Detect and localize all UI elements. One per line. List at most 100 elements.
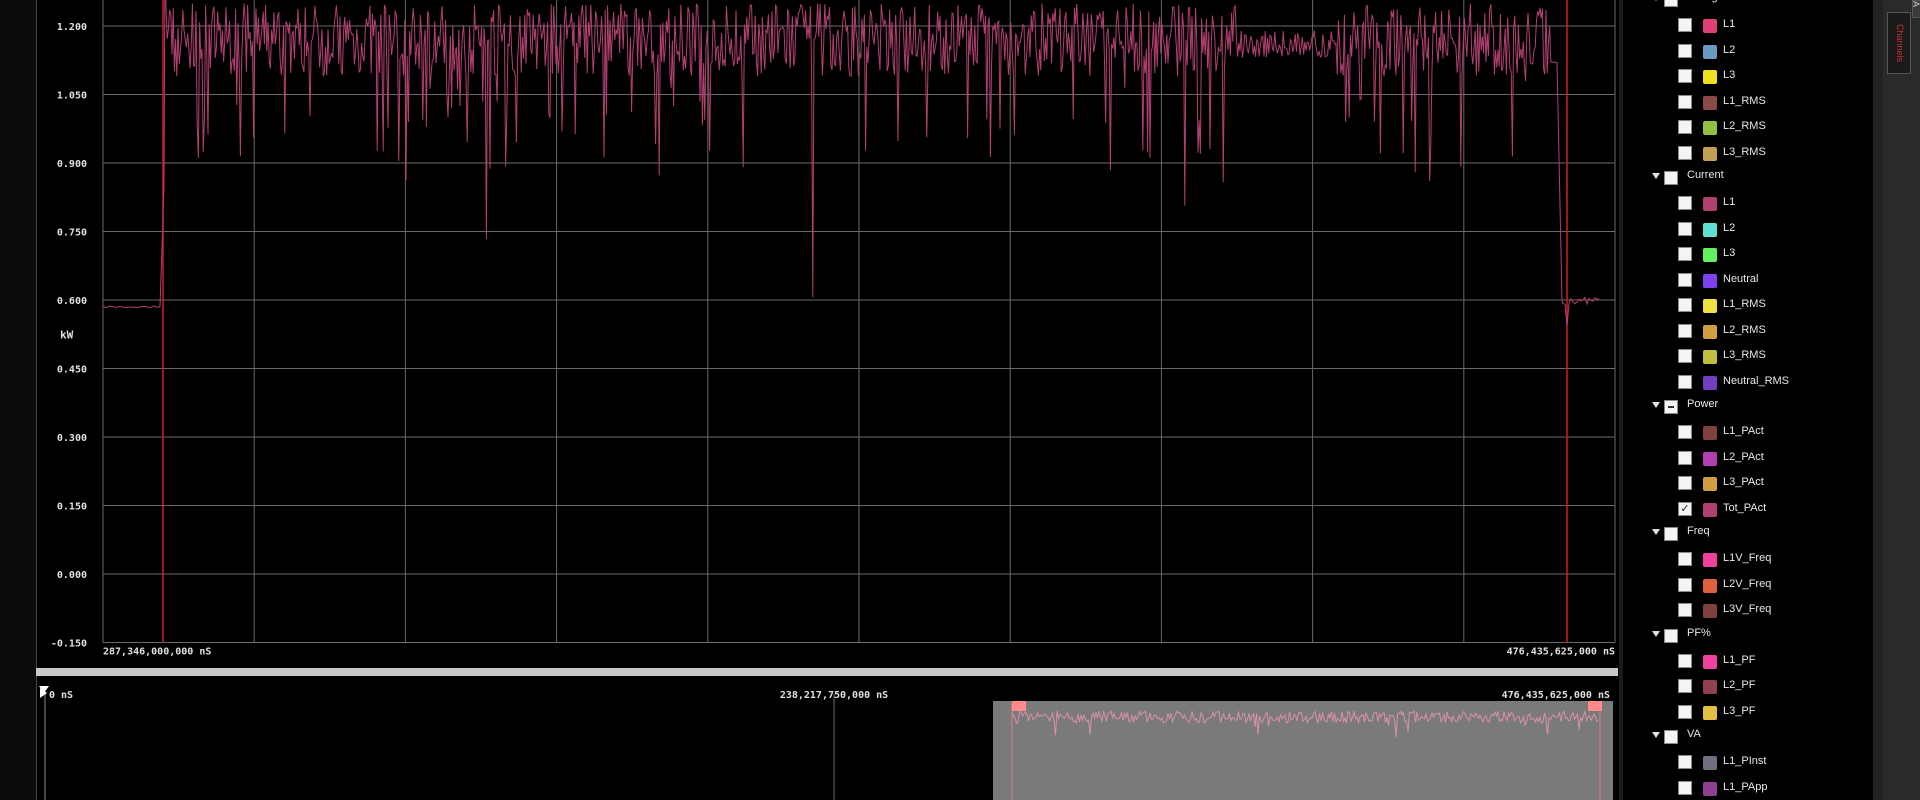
- channel-item[interactable]: L1: [1623, 191, 1873, 217]
- channel-item[interactable]: L1V_Freq: [1623, 547, 1873, 573]
- channel-color-swatch: [1703, 553, 1717, 567]
- tab-other[interactable]: A: [1911, 0, 1920, 18]
- channel-group-4[interactable]: PF%: [1623, 624, 1873, 649]
- channel-checkbox[interactable]: [1678, 298, 1692, 312]
- channel-item[interactable]: L2_RMS: [1623, 319, 1873, 345]
- expand-arrow-icon[interactable]: [1652, 0, 1660, 1]
- channel-label: L1: [1723, 196, 1736, 208]
- channel-checkbox[interactable]: [1678, 450, 1692, 465]
- channel-color-swatch: [1703, 95, 1717, 110]
- channel-color-swatch: [1703, 502, 1717, 517]
- channel-checkbox[interactable]: [1678, 18, 1692, 32]
- channel-checkbox[interactable]: [1678, 43, 1692, 58]
- channel-label: L1_PApp: [1723, 780, 1768, 793]
- channel-color-swatch: [1703, 477, 1717, 491]
- channel-group-5[interactable]: VA: [1623, 725, 1873, 750]
- channel-item[interactable]: L3_RMS: [1623, 141, 1873, 167]
- y-tick-label: 0.900: [57, 159, 87, 170]
- channel-group-3[interactable]: Freq: [1623, 522, 1873, 547]
- tab-channels[interactable]: Channels: [1887, 12, 1911, 74]
- channel-checkbox[interactable]: [1678, 272, 1692, 287]
- channel-checkbox[interactable]: [1678, 704, 1692, 719]
- side-tab-strip: Channels A: [1883, 0, 1920, 800]
- channel-checkbox[interactable]: [1678, 349, 1692, 363]
- channel-checkbox[interactable]: [1678, 323, 1692, 338]
- group-checkbox[interactable]: [1664, 171, 1678, 185]
- channel-item[interactable]: L1_PInst: [1623, 750, 1873, 776]
- overview-svg[interactable]: 0 nS 238,217,750,000 nS 476,435,625,000 nS: [37, 676, 1619, 800]
- expand-arrow-icon[interactable]: [1652, 529, 1660, 535]
- channel-item[interactable]: L1_PAct: [1623, 420, 1873, 446]
- expand-arrow-icon[interactable]: [1652, 732, 1660, 738]
- overview-start-label: 0 nS: [49, 690, 73, 701]
- channel-checkbox[interactable]: [1678, 653, 1692, 668]
- channel-checkbox[interactable]: [1678, 196, 1692, 210]
- channel-item[interactable]: L2: [1623, 39, 1873, 65]
- channel-color-swatch: [1703, 350, 1717, 364]
- channel-item[interactable]: Neutral: [1623, 268, 1873, 294]
- channel-item[interactable]: L1_PApp: [1623, 776, 1873, 800]
- channel-color-swatch: [1703, 604, 1717, 618]
- main-plot-area[interactable]: 1.200 1.050 0.900 0.750 0.600 0.450 0.300 0.150…: [36, 0, 1620, 668]
- channel-item[interactable]: L1_RMS: [1623, 293, 1873, 319]
- channel-checkbox[interactable]: [1678, 476, 1692, 490]
- group-checkbox[interactable]: [1664, 0, 1678, 7]
- overview-mid-label: 238,217,750,000 nS: [780, 690, 888, 701]
- channel-checkbox[interactable]: [1678, 577, 1692, 592]
- expand-arrow-icon[interactable]: [1652, 402, 1660, 408]
- channel-item[interactable]: L1_RMS: [1623, 90, 1873, 116]
- channel-item[interactable]: L1_PF: [1623, 649, 1873, 675]
- channel-label: L2V_Freq: [1723, 577, 1772, 590]
- channel-checkbox[interactable]: [1678, 247, 1692, 261]
- channel-label: L3: [1723, 69, 1736, 81]
- overview-flag-end-icon[interactable]: [1588, 701, 1602, 711]
- group-checkbox[interactable]: [1664, 628, 1678, 643]
- channel-checkbox[interactable]: ✓: [1678, 501, 1692, 516]
- channel-label: L1_PF: [1723, 653, 1756, 666]
- overview-selection-window[interactable]: [993, 701, 1613, 800]
- channel-checkbox[interactable]: [1678, 69, 1692, 83]
- channel-checkbox[interactable]: [1678, 755, 1692, 769]
- channel-label: L1_RMS: [1723, 298, 1766, 310]
- channel-checkbox[interactable]: [1678, 374, 1692, 389]
- channel-checkbox[interactable]: [1678, 552, 1692, 566]
- group-checkbox[interactable]: [1664, 400, 1678, 414]
- channel-item[interactable]: L2_PAct: [1623, 446, 1873, 472]
- channel-color-swatch: [1703, 222, 1717, 237]
- channel-item[interactable]: L3: [1623, 64, 1873, 90]
- group-checkbox[interactable]: [1664, 730, 1678, 744]
- channel-item[interactable]: ✓ Tot_PAct: [1623, 497, 1873, 523]
- channel-item[interactable]: L3: [1623, 242, 1873, 268]
- channel-item[interactable]: L2_RMS: [1623, 115, 1873, 141]
- channel-checkbox[interactable]: [1678, 780, 1692, 795]
- channel-item[interactable]: L2V_Freq: [1623, 573, 1873, 599]
- channel-item[interactable]: L2: [1623, 217, 1873, 243]
- channel-checkbox[interactable]: [1678, 425, 1692, 439]
- channel-group-0[interactable]: Voltage: [1623, 0, 1873, 13]
- expand-arrow-icon[interactable]: [1652, 173, 1660, 179]
- main-plot-svg[interactable]: 1.200 1.050 0.900 0.750 0.600 0.450 0.300 0.150…: [37, 0, 1619, 668]
- plot-splitter[interactable]: [36, 668, 1618, 676]
- channel-item[interactable]: L2_PF: [1623, 674, 1873, 700]
- channel-checkbox[interactable]: [1678, 679, 1692, 693]
- overview-flag-start-icon[interactable]: [1012, 701, 1026, 711]
- channel-checkbox[interactable]: [1678, 221, 1692, 236]
- channel-item[interactable]: L1: [1623, 13, 1873, 39]
- channel-label: L2_PF: [1723, 679, 1756, 691]
- channel-item[interactable]: L3V_Freq: [1623, 598, 1873, 624]
- channel-checkbox[interactable]: [1678, 120, 1692, 134]
- channel-item[interactable]: L3_PF: [1623, 700, 1873, 726]
- channel-item[interactable]: L3_RMS: [1623, 344, 1873, 370]
- channel-group-2[interactable]: Power: [1623, 395, 1873, 420]
- channel-item[interactable]: Neutral_RMS: [1623, 370, 1873, 396]
- channel-group-1[interactable]: Current: [1623, 166, 1873, 191]
- channel-checkbox[interactable]: [1678, 603, 1692, 617]
- channel-checkbox[interactable]: [1678, 94, 1692, 109]
- group-checkbox[interactable]: [1664, 527, 1678, 541]
- channel-panel-scrollbar[interactable]: [1873, 0, 1883, 800]
- expand-arrow-icon[interactable]: [1652, 630, 1660, 637]
- overview-plot[interactable]: 0 nS 238,217,750,000 nS 476,435,625,000 nS: [36, 676, 1620, 800]
- channel-checkbox[interactable]: [1678, 145, 1692, 160]
- y-tick-label: 1.050: [57, 91, 87, 102]
- channel-item[interactable]: L3_PAct: [1623, 471, 1873, 497]
